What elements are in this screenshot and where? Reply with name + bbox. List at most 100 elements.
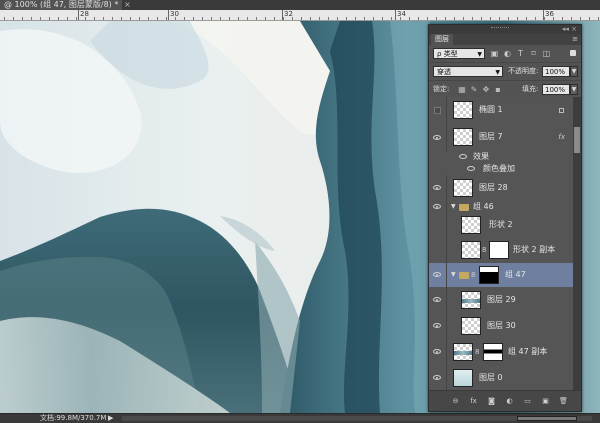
layers-scroll-thumb[interactable] — [574, 127, 580, 153]
layer-row[interactable]: 图层 30 — [429, 313, 573, 340]
filter-adjustment-icon[interactable]: ◐ — [502, 48, 513, 59]
panel-tab-row: 图层 ≡ — [429, 34, 581, 45]
document-tab-close-icon[interactable]: × — [124, 0, 131, 10]
ruler-minor-tick — [562, 17, 563, 20]
visibility-toggle[interactable] — [429, 287, 447, 313]
ruler-minor-tick — [391, 17, 392, 20]
filter-row: ρ 类型 ▼ ▣ ◐ T ⌑ ◫ — [429, 45, 581, 63]
thumbnail-wave — [462, 299, 480, 303]
visibility-toggle[interactable] — [429, 175, 447, 201]
filter-shape-icon[interactable]: ⌑ — [528, 48, 539, 59]
visibility-toggle[interactable] — [429, 313, 447, 339]
tab-layers[interactable]: 图层 — [431, 34, 453, 45]
visibility-toggle[interactable] — [429, 124, 447, 151]
ruler-minor-tick — [553, 17, 554, 20]
link-icon[interactable]: ⊖ — [451, 397, 460, 405]
fx-badge-icon[interactable]: fx — [558, 132, 565, 142]
ruler-minor-tick — [481, 17, 482, 20]
opacity-label: 不透明度: — [508, 67, 539, 75]
expand-arrow-icon[interactable]: ▼ — [451, 202, 456, 212]
layer-row-selected[interactable]: ▼ 8 组 47 — [429, 263, 573, 288]
layer-mask-thumbnail[interactable] — [479, 266, 499, 284]
lock-position-icon[interactable]: ✥ — [481, 84, 491, 95]
layer-row[interactable]: 图层 7 fx — [429, 124, 573, 152]
ruler-tick — [168, 10, 169, 20]
opacity-input[interactable]: 100% — [542, 66, 570, 77]
ruler-minor-tick — [265, 17, 266, 20]
document-tab-title: @ 100% (组 47, 图层蒙版/8) * — [4, 0, 119, 9]
ruler-minor-tick — [499, 17, 500, 20]
fill-dropdown-icon[interactable]: ▼ — [570, 84, 578, 95]
filter-toggle-switch[interactable] — [570, 50, 576, 56]
filter-type-icon[interactable]: T — [515, 48, 526, 59]
ruler-minor-tick — [274, 17, 275, 20]
adjustment-icon[interactable]: ◐ — [505, 397, 514, 405]
filter-pixel-icon[interactable]: ▣ — [489, 48, 500, 59]
lock-all-icon[interactable]: ▪ — [493, 84, 503, 95]
layers-list: 椭圆 1 图层 7 fx 效果 颜色叠加 图层 28 ▼ 组 46 形状 2 8… — [429, 97, 573, 391]
ruler-minor-tick — [337, 17, 338, 20]
ruler-minor-tick — [472, 17, 473, 20]
ruler-minor-tick — [589, 17, 590, 20]
horizontal-scroll-thumb[interactable] — [517, 416, 577, 421]
panel-title-bar[interactable]: ◂◂ × — [429, 25, 581, 34]
filter-kind-dropdown[interactable]: ρ 类型 ▼ — [433, 48, 485, 59]
trash-icon[interactable]: 🗑 — [559, 397, 568, 405]
layer-row[interactable]: 8 组 47 副本 — [429, 339, 573, 366]
eye-icon[interactable] — [467, 166, 475, 171]
layer-row[interactable]: 椭圆 1 — [429, 97, 573, 125]
expand-arrow-icon[interactable]: ▼ — [451, 270, 456, 280]
visibility-toggle[interactable] — [429, 365, 447, 391]
layer-thumbnail — [453, 369, 473, 387]
visibility-toggle[interactable] — [429, 213, 447, 237]
new-group-icon[interactable]: ▭ — [523, 397, 532, 405]
layer-mask-thumbnail[interactable] — [483, 343, 503, 361]
hidden-visibility-icon — [434, 246, 441, 253]
visibility-toggle[interactable] — [429, 97, 447, 124]
filter-smart-object-icon[interactable]: ◫ — [541, 48, 552, 59]
fill-input[interactable]: 100% — [542, 84, 570, 95]
layer-row[interactable]: 图层 0 — [429, 365, 573, 391]
visibility-toggle[interactable] — [429, 339, 447, 365]
mask-link-icon[interactable]: 8 — [482, 245, 486, 255]
mask-icon[interactable]: ◙ — [487, 397, 496, 405]
visibility-toggle[interactable] — [429, 263, 447, 287]
horizontal-scrollbar[interactable] — [122, 416, 592, 421]
layers-scrollbar[interactable] — [573, 97, 581, 391]
horizontal-ruler: 28 30 32 34 36 — [0, 10, 600, 21]
ruler-minor-tick — [220, 17, 221, 20]
document-tab[interactable]: @ 100% (组 47, 图层蒙版/8) * — [0, 0, 123, 10]
lock-transparent-icon[interactable]: ▦ — [457, 84, 467, 95]
layers-panel: ◂◂ × 图层 ≡ ρ 类型 ▼ ▣ ◐ T ⌑ ◫ 穿透 ▼ 不透明度: 10… — [428, 24, 582, 412]
fx-icon[interactable]: fx — [469, 397, 478, 405]
visibility-toggle[interactable] — [429, 201, 447, 213]
ruler-minor-tick — [382, 17, 383, 20]
ruler-minor-tick — [67, 17, 68, 20]
opacity-dropdown-icon[interactable]: ▼ — [570, 66, 578, 77]
lock-pixels-icon[interactable]: ✎ — [469, 84, 479, 95]
ruler-minor-tick — [319, 17, 320, 20]
layer-row[interactable]: 图层 28 — [429, 175, 573, 202]
eye-icon — [433, 375, 441, 380]
panel-collapse-close-icon[interactable]: ◂◂ × — [562, 25, 577, 34]
panel-menu-icon[interactable]: ≡ — [572, 34, 578, 45]
ruler-minor-tick — [211, 17, 212, 20]
ruler-minor-tick — [238, 17, 239, 20]
layer-row[interactable]: 图层 29 — [429, 287, 573, 314]
blend-mode-dropdown[interactable]: 穿透 ▼ — [433, 66, 503, 77]
layer-mask-thumbnail[interactable] — [489, 241, 509, 259]
mask-link-icon[interactable]: 8 — [471, 270, 475, 280]
layer-row[interactable]: 形状 2 — [429, 213, 573, 238]
ruler-minor-tick — [148, 17, 149, 20]
visibility-toggle[interactable] — [429, 237, 447, 263]
group-name: 组 47 副本 — [508, 347, 548, 356]
layer-row[interactable]: 8 形状 2 副本 — [429, 237, 573, 264]
mask-link-icon[interactable]: 8 — [475, 347, 479, 357]
ruler-minor-tick — [436, 17, 437, 20]
eye-icon[interactable] — [459, 154, 467, 159]
panel-grip[interactable] — [491, 27, 509, 30]
hidden-visibility-icon — [434, 221, 441, 228]
new-layer-icon[interactable]: ▣ — [541, 397, 550, 405]
folder-icon — [459, 204, 469, 211]
ruler-minor-tick — [40, 17, 41, 20]
